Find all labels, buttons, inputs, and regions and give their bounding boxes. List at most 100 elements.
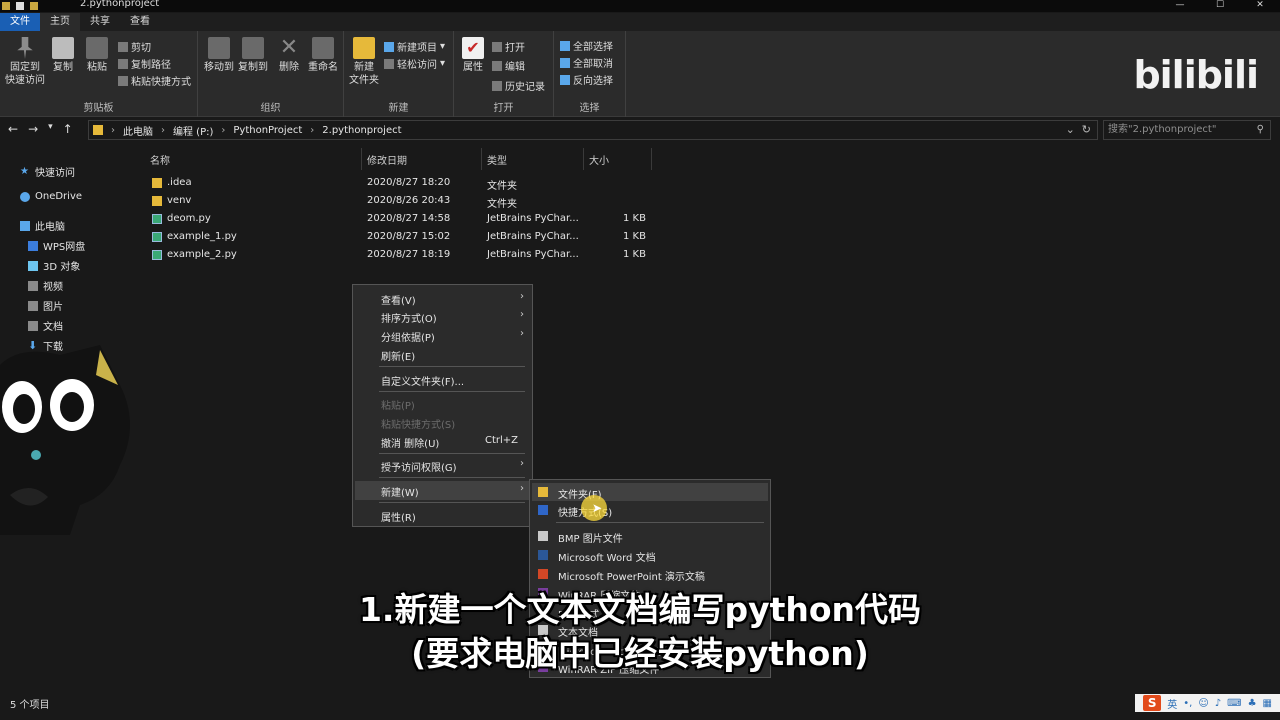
tab-home[interactable]: 主页 xyxy=(40,13,80,31)
cloud-icon xyxy=(20,191,30,202)
sidebar-item-documents[interactable]: 文档 xyxy=(28,318,63,333)
up-arrow-icon[interactable]: ↑ xyxy=(63,122,73,136)
folder-icon[interactable] xyxy=(30,2,38,10)
submenu-item-bmp[interactable]: BMP 图片文件 xyxy=(558,530,623,545)
new-item-button[interactable]: 新建项目 ▾ xyxy=(384,39,445,54)
list-item[interactable]: venv 2020/8/26 20:43 文件夹 xyxy=(152,192,652,210)
menu-item-undo-delete[interactable]: 撤消 删除(U) xyxy=(381,435,439,450)
tab-share[interactable]: 共享 xyxy=(80,13,120,31)
list-item[interactable]: .idea 2020/8/27 18:20 文件夹 xyxy=(152,174,652,192)
ime-language[interactable]: 英 xyxy=(1167,696,1177,711)
menu-item-refresh[interactable]: 刷新(E) xyxy=(381,348,415,363)
checkbox-icon[interactable] xyxy=(16,2,24,10)
list-item[interactable]: deom.py 2020/8/27 14:58 JetBrains PyChar… xyxy=(152,210,652,228)
sidebar-item-wps[interactable]: WPS网盘 xyxy=(28,238,85,253)
maximize-button[interactable]: ☐ xyxy=(1200,0,1240,12)
sidebar-item-this-pc[interactable]: 此电脑 xyxy=(20,218,65,233)
new-folder-button[interactable]: 新建 文件夹 xyxy=(348,37,380,87)
microphone-icon[interactable]: ♪ xyxy=(1215,698,1221,709)
search-icon[interactable]: ⚲ xyxy=(1257,121,1264,139)
submenu-item-word[interactable]: Microsoft Word 文档 xyxy=(558,549,656,564)
recent-chevron-icon[interactable]: ▾ xyxy=(48,122,53,136)
easy-access-icon xyxy=(384,58,394,69)
forward-arrow-icon[interactable]: → xyxy=(28,122,38,136)
history-icon xyxy=(492,80,502,91)
move-to-button[interactable]: 移动到 xyxy=(202,37,236,74)
list-item[interactable]: example_2.py 2020/8/27 18:19 JetBrains P… xyxy=(152,246,652,264)
invert-selection-button[interactable]: 反向选择 xyxy=(560,72,613,87)
sidebar-item-3d-objects[interactable]: 3D 对象 xyxy=(28,258,80,273)
menu-item-group[interactable]: 分组依据(P) xyxy=(381,329,435,344)
ime-toolbar[interactable]: S 英 •, ☺ ♪ ⌨ ♣ ▦ xyxy=(1135,694,1280,712)
search-placeholder: 搜索"2.pythonproject" xyxy=(1108,124,1217,135)
sidebar-item-quick-access[interactable]: ★ 快速访问 xyxy=(20,164,75,179)
skin-icon[interactable]: ♣ xyxy=(1248,698,1257,709)
menu-item-sort[interactable]: 排序方式(O) xyxy=(381,310,437,325)
chevron-down-icon[interactable]: ⌄ xyxy=(1066,123,1075,136)
copy-path-button[interactable]: 复制路径 xyxy=(118,56,171,71)
paste-button[interactable]: 粘贴 xyxy=(84,37,110,74)
open-button[interactable]: 打开 xyxy=(492,39,525,54)
column-header-name[interactable]: 名称 xyxy=(150,152,170,167)
history-button[interactable]: 历史记录 xyxy=(492,78,545,93)
folder-icon xyxy=(2,2,10,10)
menu-item-customize-folder[interactable]: 自定义文件夹(F)... xyxy=(381,373,464,388)
edit-button[interactable]: 编辑 xyxy=(492,58,525,73)
cut-button[interactable]: 剪切 xyxy=(118,39,151,54)
address-bar[interactable]: › 此电脑 › 编程 (P:) › PythonProject › 2.pyth… xyxy=(88,120,1098,140)
punctuation-icon[interactable]: •, xyxy=(1183,698,1192,709)
emoji-icon[interactable]: ☺ xyxy=(1198,698,1208,709)
sidebar-item-videos[interactable]: 视频 xyxy=(28,278,63,293)
new-group: 新建 文件夹 新建项目 ▾ 轻松访问 ▾ 新建 xyxy=(344,31,454,117)
python-file-icon xyxy=(152,250,162,260)
properties-check-icon: ✔ xyxy=(462,37,484,59)
document-icon xyxy=(28,320,38,331)
select-all-button[interactable]: 全部选择 xyxy=(560,38,613,53)
sidebar-item-pictures[interactable]: 图片 xyxy=(28,298,63,313)
pin-to-quick-access-button[interactable]: 固定到 快速访问 xyxy=(4,37,46,87)
breadcrumb-drive[interactable]: 编程 (P:) xyxy=(173,123,213,138)
minimize-button[interactable]: — xyxy=(1160,0,1200,12)
menu-item-properties[interactable]: 属性(R) xyxy=(381,509,416,524)
breadcrumb-this-pc[interactable]: 此电脑 xyxy=(123,123,153,138)
sogou-input-icon[interactable]: S xyxy=(1143,695,1162,711)
list-item[interactable]: example_1.py 2020/8/27 15:02 JetBrains P… xyxy=(152,228,652,246)
menu-item-paste: 粘贴(P) xyxy=(381,401,415,412)
menu-item-view[interactable]: 查看(V) xyxy=(381,292,416,307)
keyboard-icon[interactable]: ⌨ xyxy=(1227,698,1241,709)
close-button[interactable]: ✕ xyxy=(1240,0,1280,12)
menu-item-new[interactable]: 新建(W) xyxy=(381,484,419,499)
window-title: 2.pythonproject xyxy=(80,0,160,9)
quick-access-toolbar[interactable] xyxy=(2,0,38,12)
back-arrow-icon[interactable]: ← xyxy=(8,122,18,136)
folder-icon xyxy=(152,196,162,206)
copy-button[interactable]: 复制 xyxy=(50,37,76,74)
search-input[interactable]: 搜索"2.pythonproject" ⚲ xyxy=(1103,120,1271,140)
tab-view[interactable]: 查看 xyxy=(120,13,160,31)
tab-file[interactable]: 文件 xyxy=(0,13,40,31)
column-header-size[interactable]: 大小 xyxy=(589,152,609,167)
column-header-type[interactable]: 类型 xyxy=(487,152,507,167)
column-header-date[interactable]: 修改日期 xyxy=(367,152,407,167)
rename-button[interactable]: 重命名 xyxy=(306,37,340,74)
status-bar: 5 个项目 S 英 •, ☺ ♪ ⌨ ♣ ▦ xyxy=(0,686,1280,720)
breadcrumb-pythonproject[interactable]: PythonProject xyxy=(233,125,302,136)
breadcrumb-current[interactable]: 2.pythonproject xyxy=(322,125,401,136)
refresh-icon[interactable]: ↻ xyxy=(1082,123,1091,136)
select-none-button[interactable]: 全部取消 xyxy=(560,55,613,70)
sidebar-item-onedrive[interactable]: OneDrive xyxy=(20,191,82,202)
submenu-item-powerpoint[interactable]: Microsoft PowerPoint 演示文稿 xyxy=(558,568,705,583)
pin-icon xyxy=(17,37,33,59)
bmp-file-icon xyxy=(538,531,548,541)
copy-to-button[interactable]: 复制到 xyxy=(236,37,270,74)
easy-access-button[interactable]: 轻松访问 ▾ xyxy=(384,56,445,71)
context-menu: 查看(V) › 排序方式(O) › 分组依据(P) › 刷新(E) 自定义文件夹… xyxy=(352,284,533,527)
delete-button[interactable]: ✕ 删除 xyxy=(276,37,302,74)
address-controls[interactable]: ⌄ ↻ xyxy=(1066,123,1091,136)
toolbox-icon[interactable]: ▦ xyxy=(1263,698,1272,709)
menu-item-grant-access[interactable]: 授予访问权限(G) xyxy=(381,459,457,474)
edit-icon xyxy=(492,60,502,71)
bilibili-watermark: bilibili xyxy=(1133,53,1259,97)
paste-shortcut-button[interactable]: 粘贴快捷方式 xyxy=(118,73,191,88)
properties-button[interactable]: ✔ 属性 xyxy=(460,37,486,74)
